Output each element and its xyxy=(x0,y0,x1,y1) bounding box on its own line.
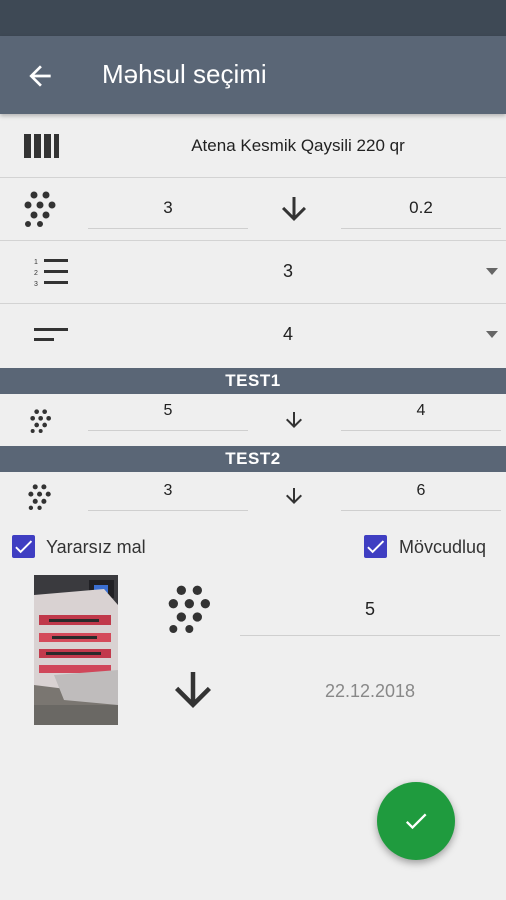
dropdown-2-value: 4 xyxy=(282,324,293,344)
dropdown-2-arrow-icon xyxy=(486,331,498,338)
section-header-test1: TEST1 xyxy=(0,368,506,394)
arrow-down-icon xyxy=(282,197,306,221)
arrow-down-icon xyxy=(175,672,211,708)
test1-row: 5 4 xyxy=(0,396,506,442)
arrow-down-icon xyxy=(286,412,302,428)
product-photo[interactable] xyxy=(34,575,118,725)
sort-lines-icon xyxy=(34,328,68,341)
test1-left-input[interactable]: 5 xyxy=(88,402,248,431)
unusable-checkbox-label[interactable]: Yararsız mal xyxy=(46,537,146,558)
app-bar: Məhsul seçimi xyxy=(0,36,506,114)
test2-left-input[interactable]: 3 xyxy=(88,482,248,511)
test2-row: 3 6 xyxy=(0,474,506,520)
dots-grid-icon xyxy=(168,585,210,633)
svg-text:1: 1 xyxy=(34,259,38,266)
dropdown-row-1[interactable]: 1 2 3 3 xyxy=(0,241,506,304)
availability-checkbox-label[interactable]: Mövcudluq xyxy=(399,537,486,558)
dropdown-row-2[interactable]: 4 xyxy=(0,304,506,366)
detail-date: 22.12.2018 xyxy=(324,681,416,701)
dots-grid-icon xyxy=(30,409,51,433)
status-bar xyxy=(0,0,506,36)
test1-right-input[interactable]: 4 xyxy=(341,402,501,431)
confirm-button[interactable] xyxy=(377,782,455,860)
product-name: Atena Kesmik Qaysili 220 qr xyxy=(191,136,405,155)
detail-count-input[interactable]: 5 xyxy=(240,595,500,636)
check-icon xyxy=(405,813,427,830)
product-row: Atena Kesmik Qaysili 220 qr xyxy=(0,114,506,178)
svg-text:2: 2 xyxy=(34,270,38,277)
test2-right-input[interactable]: 6 xyxy=(341,482,501,511)
check-icon xyxy=(367,540,385,554)
unusable-checkbox[interactable] xyxy=(12,535,35,558)
svg-text:3: 3 xyxy=(34,281,38,287)
section-header-test2: TEST2 xyxy=(0,446,506,472)
dropdown-1-value: 3 xyxy=(282,261,293,281)
quantity-row: 3 0.2 xyxy=(0,178,506,241)
arrow-down-icon xyxy=(286,488,302,504)
barcode-icon xyxy=(24,134,59,158)
check-icon xyxy=(15,540,33,554)
dots-grid-icon xyxy=(24,191,56,227)
quantity-input[interactable]: 3 xyxy=(88,198,248,229)
dots-grid-icon xyxy=(28,484,51,510)
dropdown-1-arrow-icon xyxy=(486,268,498,275)
availability-checkbox[interactable] xyxy=(364,535,387,558)
numbered-list-icon: 1 2 3 xyxy=(34,259,68,287)
weight-input[interactable]: 0.2 xyxy=(341,198,501,229)
back-arrow-icon[interactable] xyxy=(24,60,56,92)
page-title: Məhsul seçimi xyxy=(102,59,267,89)
